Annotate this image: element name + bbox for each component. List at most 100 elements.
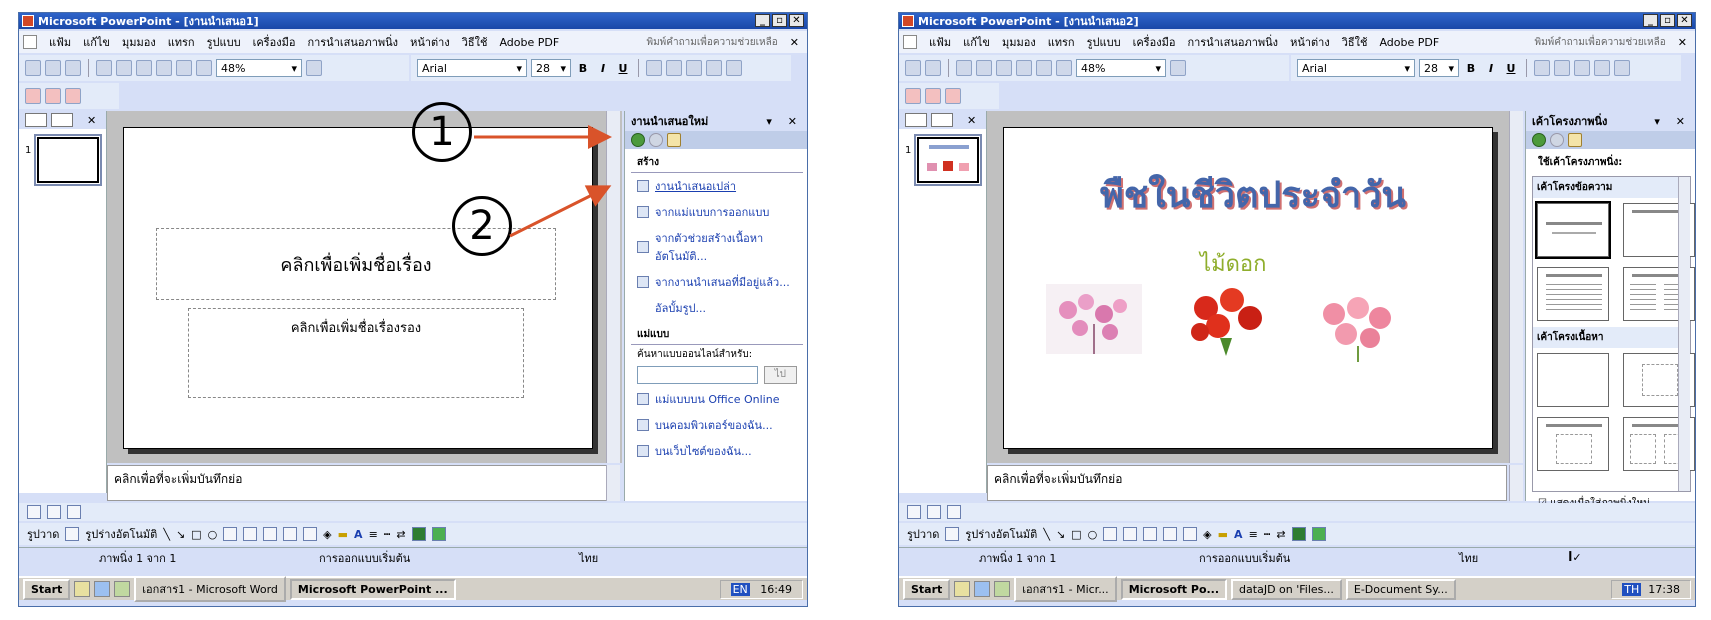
menu-file[interactable]: แฟ้ม (929, 33, 951, 51)
pdf-review-icon[interactable] (945, 88, 961, 104)
menu-format[interactable]: รูปแบบ (1087, 33, 1121, 51)
taskbar-powerpoint[interactable]: Microsoft Po... (1120, 578, 1228, 600)
bullets-icon[interactable] (1614, 60, 1630, 76)
open-icon[interactable] (925, 60, 941, 76)
layout-title-slide[interactable] (1535, 201, 1611, 259)
pink-orchid-image[interactable] (1046, 284, 1142, 354)
task-pane-title: เค้าโครงภาพนิ่ง (1532, 115, 1608, 128)
slide-title[interactable]: พืชในชีวิตประจำวัน (1100, 166, 1406, 223)
slide-subtitle[interactable]: ไม้ดอก (1200, 246, 1266, 281)
align-left-icon[interactable] (1534, 60, 1550, 76)
italic-button[interactable]: I (1483, 62, 1499, 75)
ie-icon[interactable] (974, 581, 991, 597)
grid-icon[interactable] (1056, 60, 1072, 76)
select-pointer-icon[interactable] (945, 527, 960, 541)
spelling-status-icon[interactable]: ꟾ✓ (1568, 551, 1581, 564)
arrow-icon[interactable]: ↘ (1056, 528, 1065, 541)
taskbar-edocument[interactable]: E-Document Sy... (1345, 578, 1456, 600)
oval-icon[interactable]: ○ (1088, 528, 1098, 541)
quicklaunch-icon[interactable] (954, 581, 971, 597)
dash-style-icon[interactable]: ┅ (1264, 528, 1271, 541)
clipart-icon[interactable] (1163, 527, 1178, 541)
normal-view-icon[interactable] (907, 505, 921, 519)
restore-button[interactable]: ▫ (1660, 14, 1675, 27)
menu-view[interactable]: มุมมอง (1002, 33, 1036, 51)
menu-edit[interactable]: แก้ไข (963, 33, 990, 51)
notes-scrollbar[interactable] (1509, 465, 1523, 501)
fill-color-icon[interactable]: ◈ (1203, 528, 1211, 541)
3d-icon[interactable] (1311, 527, 1326, 541)
taskbar-datajd[interactable]: dataJD on 'Files... (1231, 578, 1342, 600)
outline-tab[interactable] (905, 113, 927, 127)
zoom-select[interactable]: 48% ▾ (1076, 59, 1166, 77)
pink-gerbera-image[interactable] (1310, 290, 1406, 362)
clock: 17:38 (1648, 582, 1680, 596)
minimize-button[interactable]: _ (1643, 14, 1658, 27)
start-button[interactable]: Start (903, 578, 951, 600)
bold-button[interactable]: B (1463, 62, 1479, 75)
arrow-style-icon[interactable]: ⇄ (1276, 528, 1285, 541)
status-design: การออกแบบเริ่มต้น (1199, 551, 1291, 565)
rectangle-icon[interactable]: □ (1071, 528, 1081, 541)
underline-button[interactable]: U (1503, 62, 1519, 75)
pdf-convert-icon[interactable] (905, 88, 921, 104)
thumb-flower-2 (943, 161, 953, 171)
line-style-icon[interactable]: ≡ (1249, 528, 1258, 541)
picture-icon[interactable] (1183, 527, 1198, 541)
help-icon[interactable] (1170, 60, 1186, 76)
align-center-icon[interactable] (1554, 60, 1570, 76)
taskbar-word[interactable]: เอกสาร1 - Micr... (1014, 576, 1117, 602)
back-icon[interactable] (1532, 133, 1546, 147)
undo-icon[interactable] (996, 60, 1012, 76)
align-right-icon[interactable] (1574, 60, 1590, 76)
red-gerbera-image[interactable] (1180, 284, 1272, 356)
sorter-view-icon[interactable] (927, 505, 941, 519)
gallery-scrollbar[interactable] (1678, 177, 1690, 491)
numbering-icon[interactable] (1594, 60, 1610, 76)
help-question-box[interactable]: พิมพ์คำถามเพื่อความช่วยเหลือ (1535, 35, 1666, 50)
layout-blank[interactable] (1537, 353, 1609, 407)
forward-icon[interactable] (1550, 133, 1564, 147)
layout-title-text[interactable] (1537, 267, 1609, 321)
menu-tools[interactable]: เครื่องมือ (1133, 33, 1176, 51)
chart-icon[interactable] (1016, 60, 1032, 76)
new-icon[interactable] (905, 60, 921, 76)
textbox-icon[interactable] (1103, 527, 1118, 541)
close-document-icon[interactable]: ✕ (1678, 36, 1695, 49)
slide-thumbnail[interactable] (914, 134, 982, 186)
menu-adobe-pdf[interactable]: Adobe PDF (1379, 36, 1439, 49)
line-color-icon[interactable]: ▬ (1218, 528, 1228, 541)
menu-help[interactable]: วิธีใช้ (1342, 33, 1368, 51)
wordart-icon[interactable] (1123, 527, 1138, 541)
task-pane-controls[interactable]: ▾ ✕ (1654, 115, 1691, 128)
vertical-scrollbar[interactable] (1509, 111, 1523, 463)
slideshow-view-icon[interactable] (947, 505, 961, 519)
menu-window[interactable]: หน้าต่าง (1290, 33, 1330, 51)
diagram-icon[interactable] (1143, 527, 1158, 541)
menu-insert[interactable]: แทรก (1048, 33, 1075, 51)
slide[interactable]: พืชในชีวิตประจำวัน ไม้ดอก (1003, 127, 1493, 449)
table-icon[interactable] (1036, 60, 1052, 76)
document-icon[interactable] (903, 35, 917, 49)
title-bar[interactable]: Microsoft PowerPoint - [งานนำเสนอ2] _ ▫ … (899, 13, 1695, 29)
shadow-icon[interactable] (1291, 527, 1306, 541)
font-size-select[interactable]: 28 ▾ (1419, 59, 1459, 77)
layout-title-content[interactable] (1537, 417, 1609, 471)
line-icon[interactable]: ╲ (1043, 528, 1050, 541)
pdf-email-icon[interactable] (925, 88, 941, 104)
close-button[interactable]: ✕ (1677, 14, 1692, 27)
paste-icon[interactable] (976, 60, 992, 76)
menu-slideshow[interactable]: การนำเสนอภาพนิ่ง (1187, 33, 1278, 51)
slides-pane: ✕ 1 (899, 111, 987, 493)
notes-pane[interactable]: คลิกเพื่อที่จะเพิ่มบันทึกย่อ (987, 465, 1507, 501)
copy-icon[interactable] (956, 60, 972, 76)
home-icon[interactable] (1568, 133, 1582, 147)
language-indicator[interactable]: TH (1622, 582, 1642, 596)
draw-menu[interactable]: รูปวาด (907, 525, 939, 543)
slides-tab[interactable] (931, 113, 953, 127)
pane-close-icon[interactable]: ✕ (967, 114, 976, 127)
autoshapes-menu[interactable]: รูปร่างอัตโนมัติ (965, 525, 1037, 543)
font-color-icon[interactable]: A (1234, 528, 1243, 541)
desktop-icon[interactable] (994, 581, 1011, 597)
font-select[interactable]: Arial ▾ (1297, 59, 1415, 77)
